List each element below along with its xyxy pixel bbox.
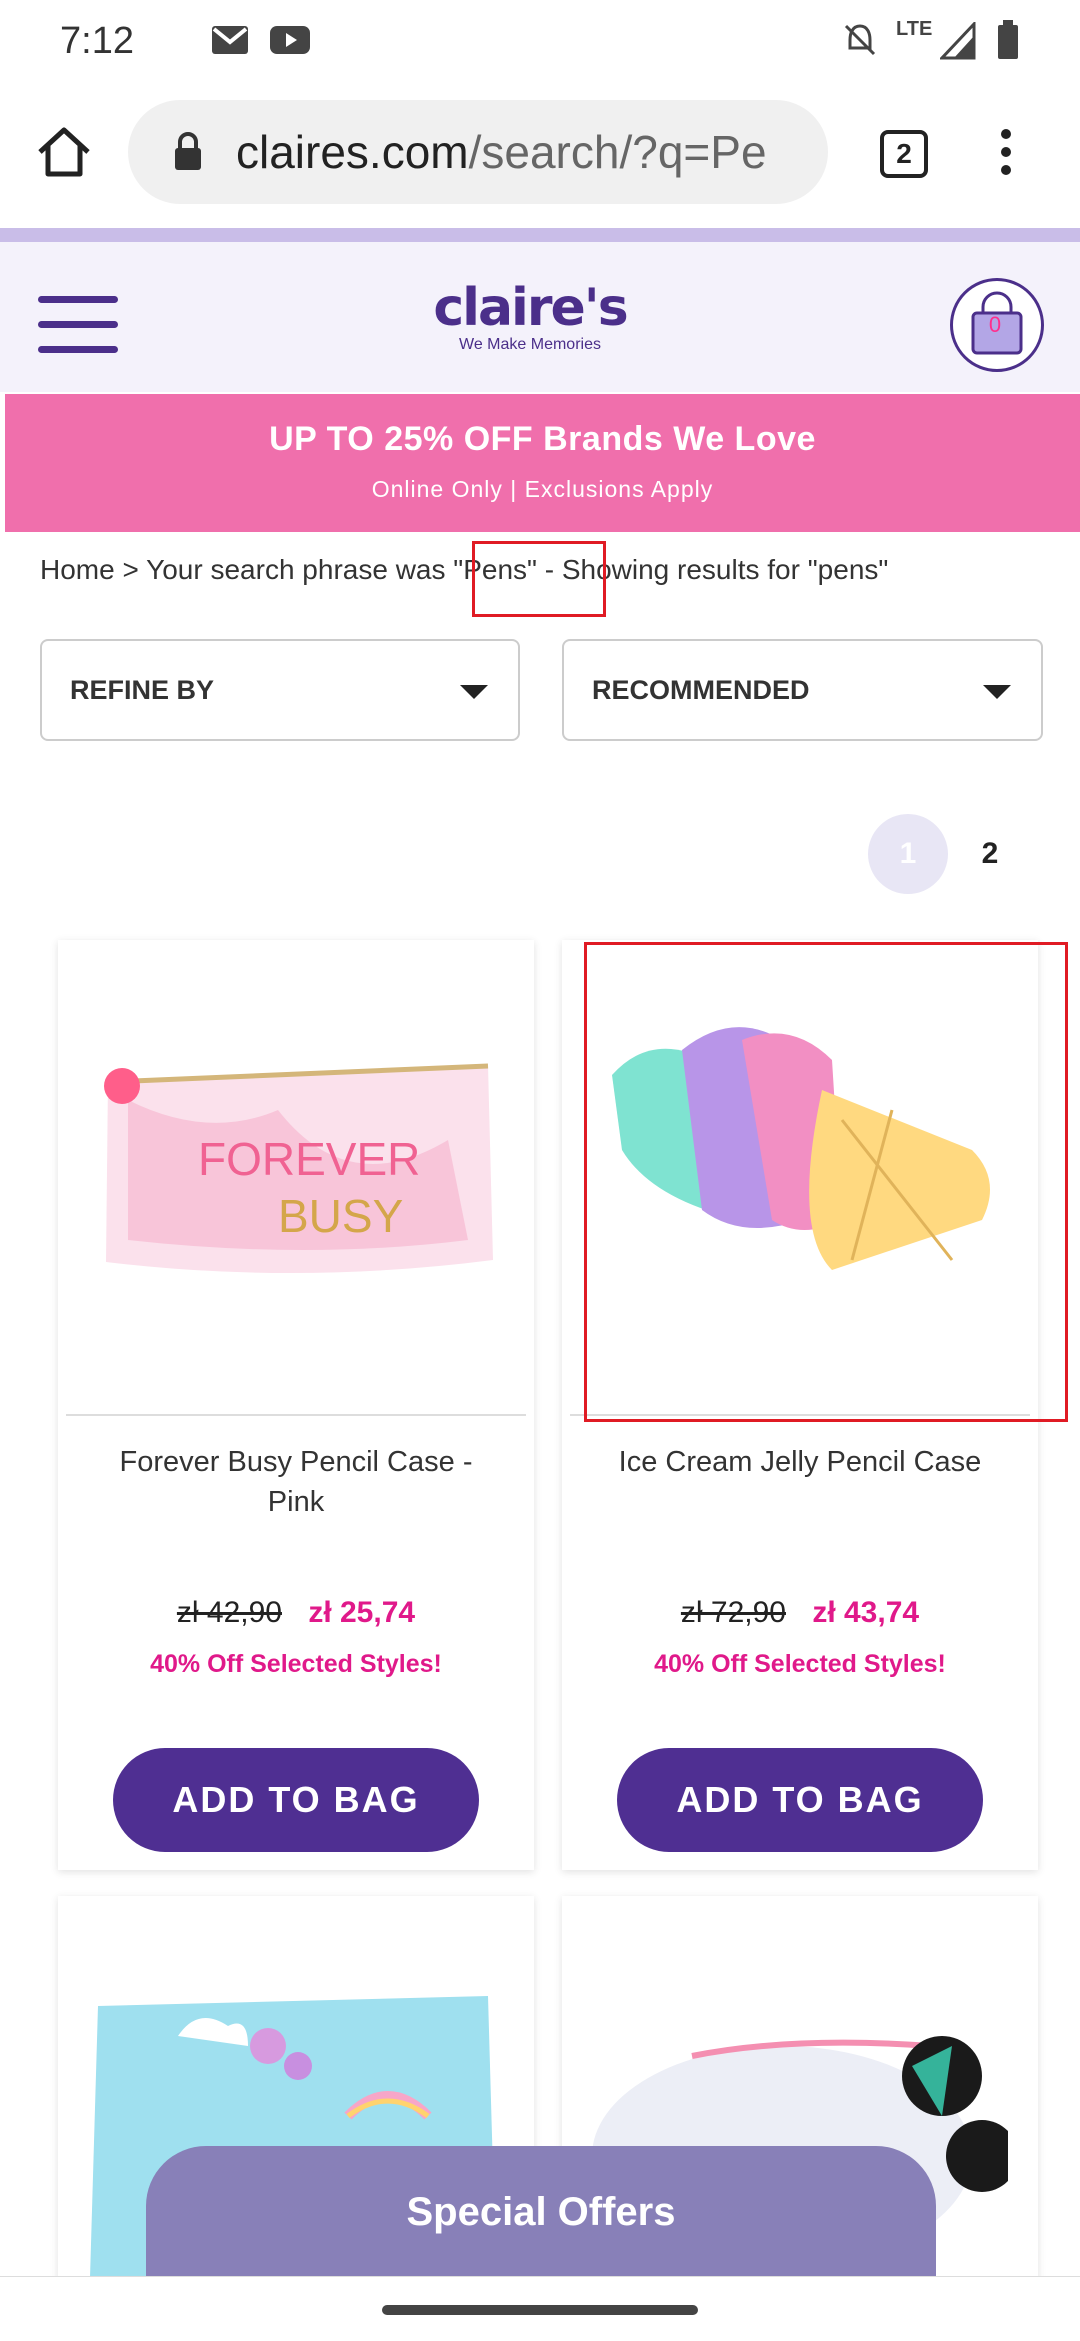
logo-tagline: We Make Memories bbox=[459, 336, 601, 353]
sale-price: zł 43,74 bbox=[812, 1596, 920, 1629]
original-price: zł 42,90 bbox=[176, 1596, 282, 1629]
bag-count-badge: 0 bbox=[988, 312, 1002, 337]
product-prices: zł 42,90 zł 25,74 bbox=[58, 1596, 534, 1630]
product-prices: zł 72,90 zł 43,74 bbox=[562, 1596, 1038, 1630]
annotation-selection-box bbox=[584, 942, 1068, 1422]
offer-text: 40% Off Selected Styles! bbox=[150, 1650, 442, 1678]
header-accent-strip bbox=[0, 228, 1080, 242]
sale-price: zł 25,74 bbox=[308, 1596, 416, 1629]
refine-by-dropdown[interactable]: REFINE BY bbox=[40, 639, 520, 741]
card-divider bbox=[66, 1414, 526, 1416]
chevron-down-icon bbox=[460, 685, 488, 699]
logo-name: claire's bbox=[433, 278, 628, 338]
signal-icon bbox=[940, 22, 976, 60]
breadcrumb: Home > Your search phrase was "Pens" - S… bbox=[40, 554, 888, 586]
add-to-bag-button[interactable]: ADD TO BAG bbox=[113, 1748, 479, 1852]
youtube-icon bbox=[270, 26, 310, 54]
product-image-text: BUSY bbox=[278, 1190, 403, 1242]
breadcrumb-home-link[interactable]: Home bbox=[40, 554, 115, 585]
status-bar bbox=[0, 0, 1080, 88]
more-options-icon[interactable] bbox=[996, 126, 1016, 178]
battery-icon bbox=[998, 20, 1018, 59]
home-gesture-handle[interactable] bbox=[382, 2305, 698, 2315]
breadcrumb-separator: > bbox=[122, 554, 139, 585]
sort-dropdown[interactable]: RECOMMENDED bbox=[562, 639, 1043, 741]
lock-icon bbox=[175, 132, 201, 170]
promo-subtitle: Online Only | Exclusions Apply bbox=[371, 476, 714, 502]
special-offers-tab[interactable]: Special Offers bbox=[146, 2146, 936, 2286]
status-time: 7:12 bbox=[60, 20, 134, 62]
product-image-pencil-case[interactable]: FOREVER BUSY bbox=[88, 970, 504, 1380]
menu-icon[interactable] bbox=[38, 296, 118, 354]
url-domain: claires.com bbox=[236, 126, 469, 178]
product-name[interactable]: Ice Cream Jelly Pencil Case bbox=[592, 1442, 1008, 1482]
url-text[interactable]: claires.com/search/?q=Pe bbox=[236, 125, 801, 179]
page-1-button[interactable]: 1 bbox=[868, 814, 948, 894]
refine-by-label: REFINE BY bbox=[70, 675, 215, 705]
product-image-text: FOREVER bbox=[198, 1133, 420, 1185]
promo-title: UP TO 25% OFF Brands We Love bbox=[269, 420, 816, 458]
gmail-icon bbox=[212, 26, 248, 54]
promo-banner[interactable] bbox=[5, 394, 1080, 532]
network-type: LTE bbox=[896, 18, 933, 40]
add-to-bag-button[interactable]: ADD TO BAG bbox=[617, 1748, 983, 1852]
chevron-down-icon bbox=[983, 685, 1011, 699]
tab-switcher-button[interactable]: 2 bbox=[880, 130, 928, 178]
annotation-highlight-box bbox=[472, 541, 606, 617]
original-price: zł 72,90 bbox=[680, 1596, 786, 1629]
url-path: /search/?q=Pe bbox=[468, 126, 767, 178]
product-name[interactable]: Forever Busy Pencil Case - Pink bbox=[88, 1442, 504, 1522]
home-icon[interactable] bbox=[36, 126, 92, 178]
notifications-off-icon bbox=[844, 24, 876, 56]
page-2-button[interactable]: 2 bbox=[970, 814, 1010, 894]
offer-text: 40% Off Selected Styles! bbox=[654, 1650, 946, 1678]
claires-logo[interactable]: claire's We Make Memories bbox=[430, 282, 630, 354]
product-card[interactable]: FOREVER BUSY Forever Busy Pencil Case - … bbox=[58, 940, 534, 1870]
sort-label: RECOMMENDED bbox=[592, 675, 810, 705]
